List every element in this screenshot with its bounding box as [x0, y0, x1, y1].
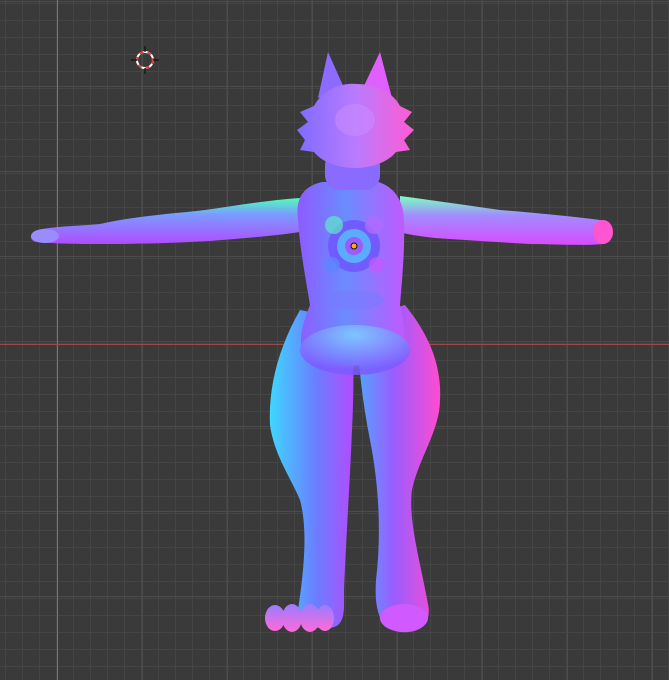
left-arm	[30, 198, 301, 244]
chest-ornament	[324, 216, 385, 310]
character-model[interactable]	[0, 0, 669, 680]
object-origin-icon[interactable]	[350, 242, 358, 250]
right-hand	[593, 220, 613, 244]
right-arm	[400, 196, 611, 245]
hip	[300, 325, 410, 375]
3d-viewport[interactable]	[0, 0, 669, 680]
head	[297, 52, 414, 168]
right-foot	[380, 604, 428, 632]
left-hand	[31, 229, 59, 243]
